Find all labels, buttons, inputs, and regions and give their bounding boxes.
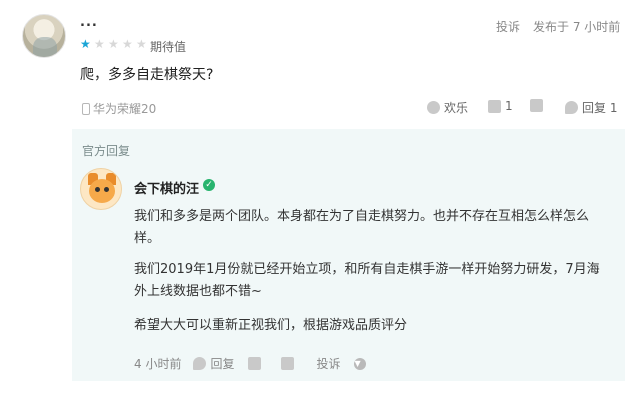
rating-label: 期待值 [150,40,187,54]
star-rating: ★ ★ ★ ★ ★ [80,38,148,50]
official-reply-title: 官方回复 [82,144,131,158]
reply-report-link[interactable]: 投诉 [316,355,340,372]
reply-time: 4 小时前 [134,357,182,371]
reply-paragraph: 我们和多多是两个团队。本身都在为了自走棋努力。也并不存在互相怎么样怎么 样。 [134,206,604,250]
thumbs-up-icon [248,357,262,370]
thumbs-down-icon [530,99,543,112]
like-count: 1 [505,99,513,113]
reply-line: 样。 [134,231,161,246]
reply-count-label: 回复 1 [582,101,618,115]
device-name: 华为荣耀20 [93,102,157,116]
thumbs-up-icon [488,99,501,113]
reply-reply-label: 回复 [210,357,235,371]
star-icon: ★ [122,37,133,51]
reply-line: 我们和多多是两个团队。本身都在为了自走棋努力。也并不存在互相怎么样怎么 [134,209,590,224]
user-avatar[interactable] [22,14,66,58]
reply-paragraph: 希望大大可以重新正视我们，根据游戏品质评分 [134,315,604,337]
official-reply-box [72,129,625,381]
avatar-eye [95,187,100,192]
phone-icon [82,102,90,115]
happy-label: 欢乐 [444,101,469,115]
reply-reply-button[interactable]: 回复 [193,355,234,372]
star-icon: ★ [94,37,105,51]
star-icon: ★ [108,37,119,51]
developer-name[interactable]: 会下棋的汪 [134,178,199,197]
star-icon: ★ [80,37,91,51]
avatar-face [89,179,115,203]
smile-icon [427,101,440,114]
reply-button[interactable]: 回复 1 [565,99,617,116]
device-info: 华为荣耀20 [82,100,156,117]
avatar-eye [104,187,109,192]
like-button[interactable]: 1 [488,99,513,113]
review-text: 爬，多多自走棋祭天? [80,67,214,83]
comment-icon [193,357,207,370]
reply-paragraph: 我们2019年1月份就已经开始立项，和所有自走棋手游一样开始努力研发，7月海 外… [134,259,604,303]
reply-dislike-button[interactable] [281,357,295,370]
developer-avatar[interactable] [80,168,122,210]
username[interactable]: ... [80,15,98,30]
chevron-down-icon: ▼ [354,357,367,370]
comment-icon [565,101,578,114]
reply-line: 外上线数据也都不错~ [134,284,262,299]
happy-button[interactable]: 欢乐 [427,99,468,116]
dislike-button[interactable] [530,99,543,112]
reply-footer: 4 小时前 回复 投诉 ▼ [134,355,367,372]
report-link[interactable]: 投诉 [496,18,520,35]
reply-line: 我们2019年1月份就已经开始立项，和所有自走棋手游一样开始努力研发，7月海 [134,262,600,277]
publish-time: 发布于 7 小时前 [533,20,621,34]
more-button[interactable]: ▼ [354,357,367,370]
thumbs-down-icon [281,357,295,370]
verified-check-icon: ✓ [203,179,215,191]
reply-line: 希望大大可以重新正视我们，根据游戏品质评分 [134,318,408,333]
star-icon: ★ [136,37,147,51]
reply-like-button[interactable] [248,357,262,370]
user-review: ... ★ ★ ★ ★ ★ 期待值 投诉 发布于 7 小时前 爬，多多自走棋祭天… [0,0,640,403]
